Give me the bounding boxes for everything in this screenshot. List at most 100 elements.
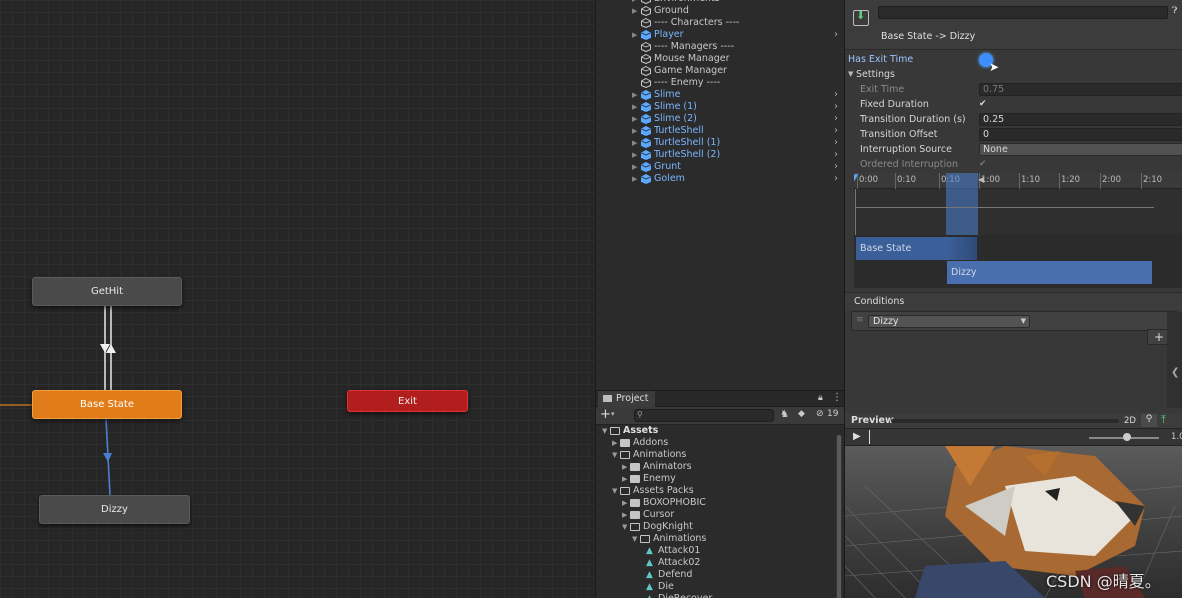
- animation-clip-item[interactable]: ▲ Die: [596, 581, 836, 593]
- expand-arrow-icon[interactable]: ▶: [632, 137, 637, 149]
- expand-down-arrow-icon[interactable]: ▼: [612, 449, 617, 461]
- animation-clip-item[interactable]: ▲ Attack02: [596, 557, 836, 569]
- avatar-icon[interactable]: ⤒: [1161, 413, 1166, 427]
- hierarchy-item[interactable]: ▶ Ground: [596, 5, 844, 17]
- chevron-right-icon[interactable]: ›: [834, 89, 838, 101]
- timeline-bar-base-state[interactable]: Base State: [856, 237, 977, 260]
- speed-slider-thumb[interactable]: [1123, 433, 1131, 441]
- expand-down-arrow-icon[interactable]: ▼: [602, 425, 607, 437]
- hierarchy-item[interactable]: ▶ Player ›: [596, 29, 844, 41]
- chevron-right-icon[interactable]: ›: [834, 137, 838, 149]
- expand-down-arrow-icon[interactable]: ▼: [622, 521, 627, 533]
- hierarchy-item[interactable]: ---- Managers ----: [596, 41, 844, 53]
- hierarchy-item[interactable]: ▶ Slime (2) ›: [596, 113, 844, 125]
- animator-graph[interactable]: GetHit Base State Exit Dizzy: [0, 0, 595, 598]
- hierarchy-item[interactable]: Mouse Manager: [596, 53, 844, 65]
- transition-duration-s-field[interactable]: 0.25: [979, 113, 1182, 126]
- expand-arrow-icon[interactable]: ▶: [612, 437, 617, 449]
- hierarchy-item[interactable]: ▶ TurtleShell (1) ›: [596, 137, 844, 149]
- tab-project[interactable]: Project: [598, 391, 655, 407]
- filter-by-type-icon[interactable]: ♞: [780, 409, 789, 420]
- transition-offset-field[interactable]: 0: [979, 128, 1182, 141]
- animation-clip-item[interactable]: ▲ Defend: [596, 569, 836, 581]
- ordered-interruption-checkbox[interactable]: ✔: [979, 157, 987, 172]
- project-scrollbar-thumb[interactable]: [837, 435, 841, 598]
- expand-arrow-icon[interactable]: ▶: [622, 461, 627, 473]
- create-plus-icon[interactable]: +: [600, 408, 611, 422]
- hidden-packages-icon[interactable]: ⊘: [816, 409, 824, 419]
- expand-arrow-icon[interactable]: ▶: [632, 89, 637, 101]
- state-node-gethit[interactable]: GetHit: [32, 277, 182, 306]
- project-folder-item[interactable]: ▶ BOXOPHOBIC: [596, 497, 836, 509]
- settings-foldout[interactable]: ▼ Settings: [845, 67, 1182, 82]
- hierarchy-panel[interactable]: ▶Environments▶Ground---- Characters ----…: [595, 0, 844, 390]
- transition-name-field[interactable]: [878, 6, 1168, 19]
- filter-by-label-icon[interactable]: ◆: [798, 409, 805, 419]
- animation-clip-item[interactable]: ▲ Attack01: [596, 545, 836, 557]
- state-node-base-state[interactable]: Base State: [32, 390, 182, 419]
- hierarchy-item[interactable]: ▶ Grunt ›: [596, 161, 844, 173]
- project-folder-item[interactable]: ▼ Animations: [596, 533, 836, 545]
- animation-clip-item[interactable]: ▲DieRecover: [596, 593, 836, 598]
- expand-arrow-icon[interactable]: ▶: [632, 161, 637, 173]
- expand-arrow-icon[interactable]: ▶: [632, 101, 637, 113]
- hierarchy-item[interactable]: ▶ TurtleShell ›: [596, 125, 844, 137]
- kebab-menu-icon[interactable]: ⋮: [832, 392, 842, 403]
- preview-scrubber[interactable]: [869, 430, 870, 444]
- lock-icon[interactable]: 🔒︎: [818, 393, 823, 403]
- hierarchy-item[interactable]: Game Manager: [596, 65, 844, 77]
- help-icon[interactable]: ❓︎: [1172, 6, 1177, 16]
- expand-arrow-icon[interactable]: ▶: [622, 497, 627, 509]
- expand-arrow-icon[interactable]: ▶: [632, 113, 637, 125]
- project-folder-item[interactable]: ▼ Assets Packs: [596, 485, 836, 497]
- drag-handle-icon[interactable]: ≡: [856, 315, 864, 325]
- chevron-right-icon[interactable]: ›: [834, 149, 838, 161]
- hierarchy-item[interactable]: ---- Characters ----: [596, 17, 844, 29]
- preview-resize-bar[interactable]: [891, 419, 1119, 423]
- project-folder-item[interactable]: ▶ Cursor: [596, 509, 836, 521]
- preview-2d-toggle[interactable]: 2D: [1124, 416, 1136, 426]
- project-panel[interactable]: Project 🔒︎ ⋮ + ▾ ⚲ ♞ ◆ ⊘ 19 ▼ Assets ▶ Addo…: [595, 390, 844, 598]
- project-scrollbar[interactable]: [836, 435, 842, 598]
- add-condition-button[interactable]: +: [1154, 330, 1164, 344]
- condition-parameter-dropdown[interactable]: Dizzy ▼: [868, 315, 1030, 328]
- project-folder-item[interactable]: ▶ Enemy: [596, 473, 836, 485]
- inspector-panel[interactable]: ⬇ ❓︎ Base State -> Dizzy Has Exit Time ➤…: [844, 0, 1182, 445]
- timeline-bar-dizzy[interactable]: Dizzy: [947, 261, 1152, 284]
- project-search-input[interactable]: ⚲: [634, 409, 774, 422]
- expand-arrow-icon[interactable]: ▶: [622, 509, 627, 521]
- exit-time-marker-icon[interactable]: ▼: [854, 173, 858, 183]
- chevron-right-icon[interactable]: ›: [834, 29, 838, 41]
- expand-arrow-icon[interactable]: ▶: [632, 125, 637, 137]
- chevron-right-icon[interactable]: ›: [834, 173, 838, 185]
- chevron-right-icon[interactable]: ›: [834, 161, 838, 173]
- expand-arrow-icon[interactable]: ▶: [632, 29, 637, 41]
- chevron-right-icon[interactable]: ›: [834, 113, 838, 125]
- fixed-duration-checkbox[interactable]: ✔: [979, 97, 987, 112]
- transition-timeline[interactable]: 0:000:100:101:001:101:202:002:10 ▼ ◀ Bas…: [854, 173, 1182, 288]
- play-icon[interactable]: ▶: [853, 431, 861, 442]
- project-folder-item[interactable]: ▼ Animations: [596, 449, 836, 461]
- hierarchy-item[interactable]: ▶ TurtleShell (2) ›: [596, 149, 844, 161]
- expand-down-arrow-icon[interactable]: ▼: [632, 533, 637, 545]
- state-node-dizzy[interactable]: Dizzy: [39, 495, 190, 524]
- chevron-right-icon[interactable]: ›: [834, 101, 838, 113]
- hierarchy-item[interactable]: ▶ Slime (1) ›: [596, 101, 844, 113]
- side-collapse-handle[interactable]: ❮: [1167, 312, 1182, 408]
- expand-arrow-icon[interactable]: ▶: [632, 149, 637, 161]
- state-node-exit[interactable]: Exit: [347, 390, 468, 412]
- transition-end-marker-icon[interactable]: ◀: [978, 175, 984, 184]
- hierarchy-item[interactable]: ▶ Golem ›: [596, 173, 844, 185]
- expand-arrow-icon[interactable]: ▶: [622, 473, 627, 485]
- create-dropdown-arrow-icon[interactable]: ▾: [611, 410, 615, 418]
- project-folder-item[interactable]: ▶ Animators: [596, 461, 836, 473]
- pivot-icon[interactable]: ⚲: [1141, 414, 1157, 427]
- hierarchy-item[interactable]: ▶ Slime ›: [596, 89, 844, 101]
- expand-down-arrow-icon[interactable]: ▼: [612, 485, 617, 497]
- project-folder-item[interactable]: ▶ Addons: [596, 437, 836, 449]
- exit-time-field[interactable]: 0.75: [979, 83, 1182, 96]
- expand-arrow-icon[interactable]: ▶: [632, 5, 637, 17]
- project-folder-item[interactable]: ▼ Assets: [596, 425, 836, 437]
- chevron-right-icon[interactable]: ›: [834, 125, 838, 137]
- hierarchy-item[interactable]: ---- Enemy ----: [596, 77, 844, 89]
